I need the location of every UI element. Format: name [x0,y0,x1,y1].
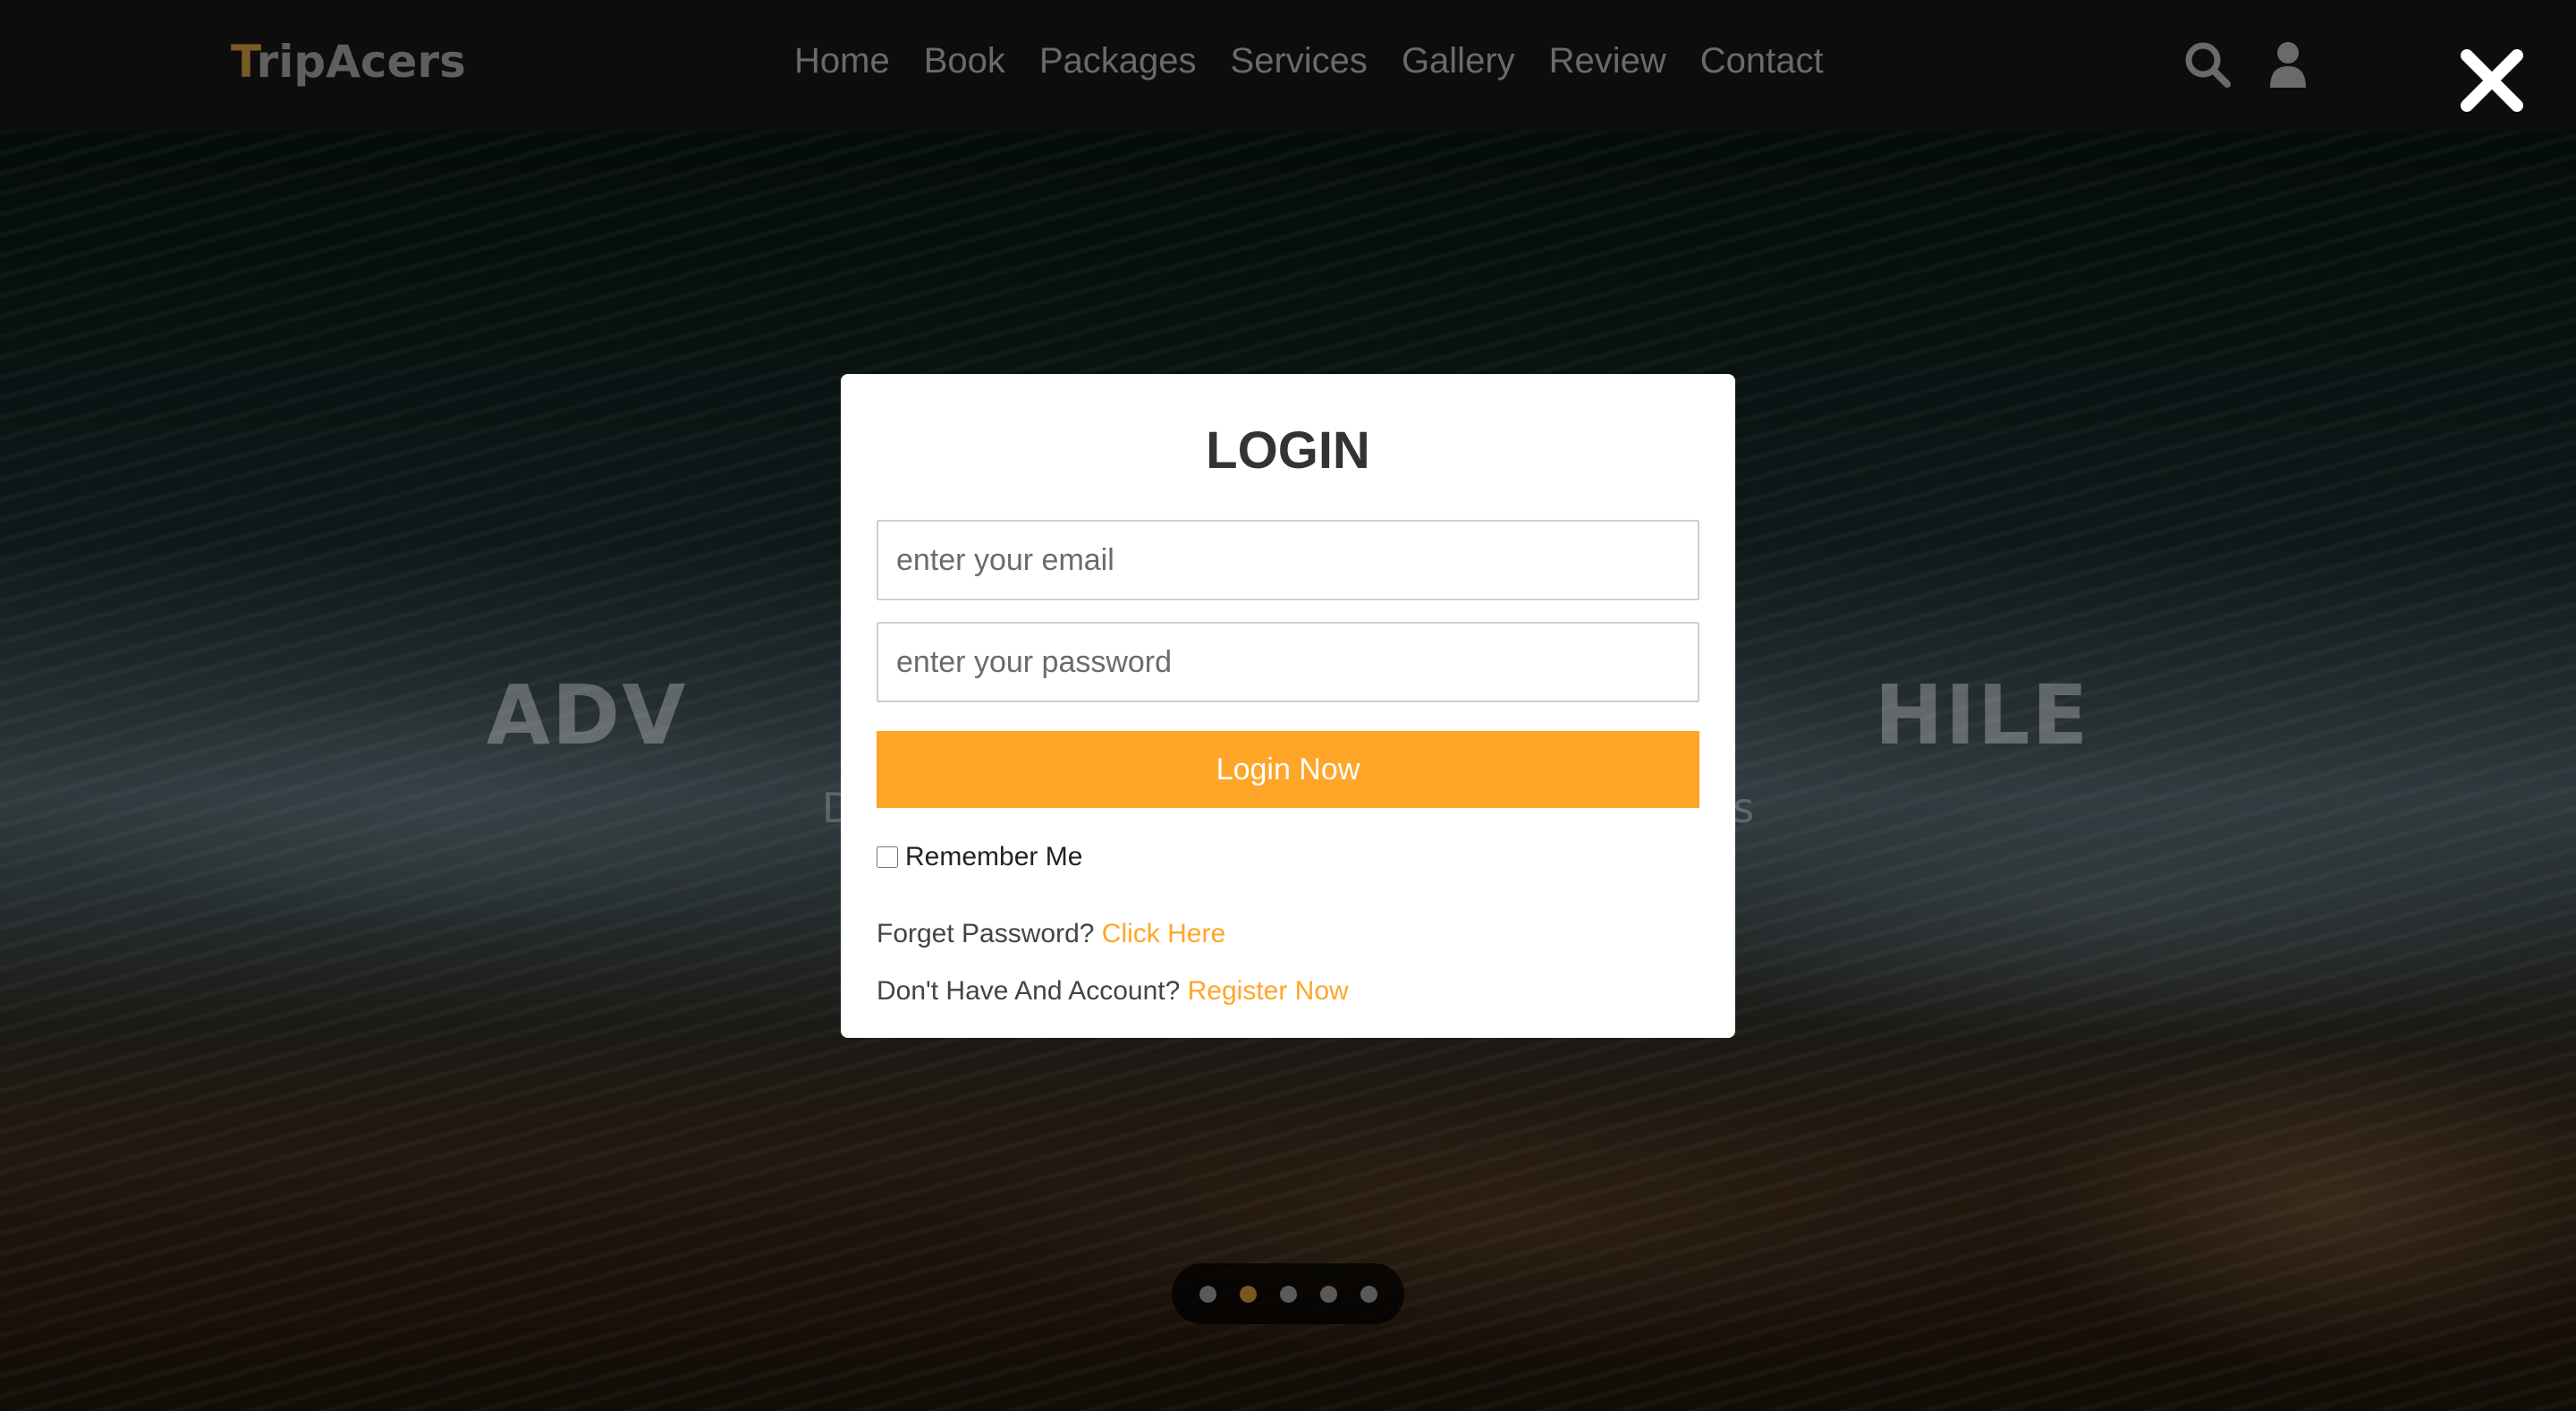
remember-me-checkbox[interactable] [877,846,898,868]
login-button[interactable]: Login Now [877,731,1699,808]
logo[interactable]: TripAcers [231,36,466,88]
search-icon[interactable] [2182,39,2233,89]
forgot-password-link[interactable]: Click Here [1102,919,1225,948]
forgot-password-text: Forget Password? [877,919,1095,948]
slider-dot[interactable] [1279,1285,1297,1303]
nav-book[interactable]: Book [924,41,1005,81]
remember-me[interactable]: Remember Me [877,842,1699,872]
login-modal: LOGIN Login Now Remember Me Forget Passw… [841,374,1735,1038]
page: ADV HILE D ts TripAcers Home Book Packag… [0,0,2576,1411]
slider-pagination [1172,1263,1404,1324]
slider-dot[interactable] [1239,1285,1257,1303]
register-text: Don't Have And Account? [877,976,1181,1006]
slider-dot[interactable] [1360,1285,1377,1303]
forgot-password-line: Forget Password? Click Here [877,919,1699,949]
site-header: TripAcers Home Book Packages Services Ga… [0,0,2576,131]
remember-me-label: Remember Me [905,842,1083,871]
password-input[interactable] [877,622,1699,702]
logo-initial: T [231,36,257,88]
nav-packages[interactable]: Packages [1039,41,1197,81]
nav-home[interactable]: Home [794,41,890,81]
nav-contact[interactable]: Contact [1700,41,1824,81]
register-line: Don't Have And Account? Register Now [877,976,1699,1007]
register-link[interactable]: Register Now [1188,976,1349,1006]
nav-services[interactable]: Services [1231,41,1368,81]
login-title: LOGIN [1206,421,1370,480]
slider-dot[interactable] [1319,1285,1337,1303]
user-icon[interactable] [2263,39,2313,89]
main-nav: Home Book Packages Services Gallery Revi… [794,41,1824,81]
nav-gallery[interactable]: Gallery [1402,41,1515,81]
email-input[interactable] [877,520,1699,600]
slider-dot[interactable] [1199,1285,1216,1303]
logo-text: ripAcers [256,36,466,88]
nav-review[interactable]: Review [1549,41,1666,81]
close-icon[interactable] [2456,45,2528,116]
